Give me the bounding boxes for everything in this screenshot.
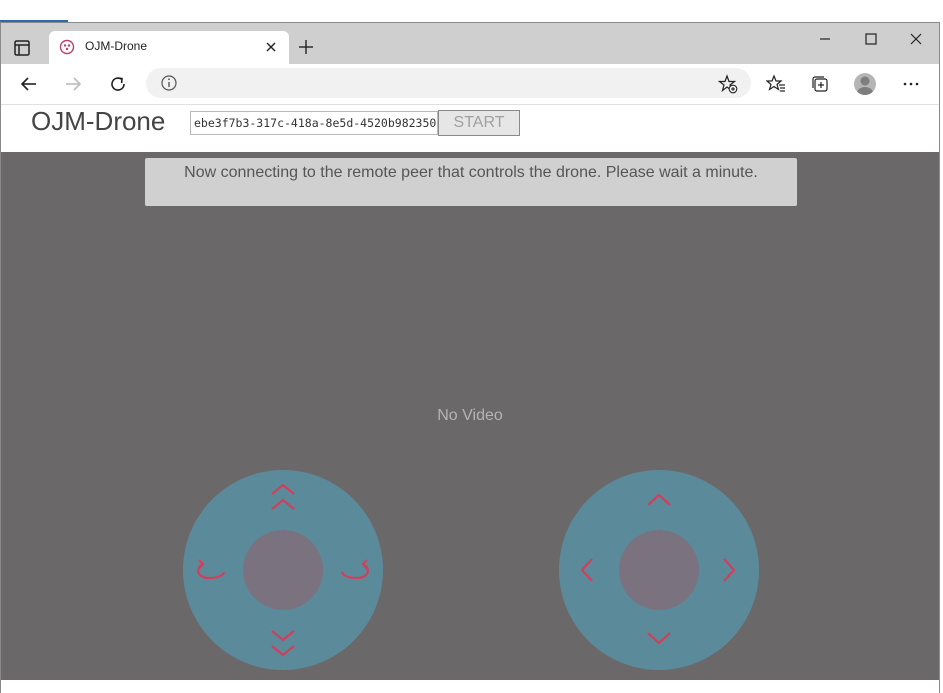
left-joystick-knob[interactable] bbox=[243, 530, 323, 610]
chevron-right-icon[interactable] bbox=[719, 556, 739, 584]
double-chevron-down-icon[interactable] bbox=[269, 624, 297, 658]
close-tab-icon[interactable] bbox=[264, 40, 278, 54]
page-content: OJM-Drone ebe3f7b3-317c-418a-8e5d-4520b9… bbox=[1, 105, 939, 693]
browser-window: OJM-Drone OJM-Drone ebe3f7b3-317c-418a-8… bbox=[0, 22, 940, 693]
tab-actions-icon[interactable] bbox=[13, 39, 31, 57]
new-tab-icon[interactable] bbox=[298, 39, 314, 55]
chevron-up-icon[interactable] bbox=[645, 490, 673, 510]
close-window-icon[interactable] bbox=[909, 32, 923, 46]
profile-icon bbox=[857, 76, 873, 95]
no-video-label: No Video bbox=[437, 407, 503, 424]
forward-icon[interactable] bbox=[63, 74, 83, 94]
room-id-input[interactable]: ebe3f7b3-317c-418a-8e5d-4520b982350 bbox=[190, 111, 438, 135]
tab-ojm-drone[interactable]: OJM-Drone bbox=[49, 31, 289, 64]
right-joystick[interactable] bbox=[559, 470, 759, 670]
refresh-icon[interactable] bbox=[108, 74, 128, 94]
desktop-strip bbox=[0, 0, 943, 22]
tab-strip: OJM-Drone bbox=[1, 23, 939, 64]
profile-avatar[interactable] bbox=[854, 73, 876, 95]
favicon-icon bbox=[59, 39, 75, 55]
maximize-icon[interactable] bbox=[864, 32, 878, 46]
right-joystick-knob[interactable] bbox=[619, 530, 699, 610]
rotate-left-icon[interactable] bbox=[191, 556, 227, 584]
collections-icon[interactable] bbox=[810, 74, 830, 94]
favorites-icon[interactable] bbox=[766, 74, 786, 94]
site-info-icon[interactable] bbox=[160, 74, 178, 92]
add-favorite-icon[interactable] bbox=[718, 74, 738, 94]
double-chevron-up-icon[interactable] bbox=[269, 482, 297, 516]
start-button[interactable]: START bbox=[438, 110, 520, 136]
tab-title: OJM-Drone bbox=[85, 39, 148, 53]
minimize-icon[interactable] bbox=[818, 32, 832, 46]
page-footer bbox=[1, 680, 939, 693]
app-header: OJM-Drone ebe3f7b3-317c-418a-8e5d-4520b9… bbox=[1, 105, 939, 152]
connection-notice: Now connecting to the remote peer that c… bbox=[145, 158, 797, 206]
browser-toolbar bbox=[1, 64, 939, 105]
back-icon[interactable] bbox=[19, 74, 39, 94]
more-icon[interactable] bbox=[901, 74, 921, 94]
address-bar[interactable] bbox=[146, 68, 751, 98]
left-joystick[interactable] bbox=[183, 470, 383, 670]
rotate-right-icon[interactable] bbox=[339, 556, 375, 584]
chevron-left-icon[interactable] bbox=[577, 556, 597, 584]
app-title: OJM-Drone bbox=[31, 106, 166, 136]
chevron-down-icon[interactable] bbox=[645, 628, 673, 648]
video-stage: Now connecting to the remote peer that c… bbox=[1, 152, 939, 680]
